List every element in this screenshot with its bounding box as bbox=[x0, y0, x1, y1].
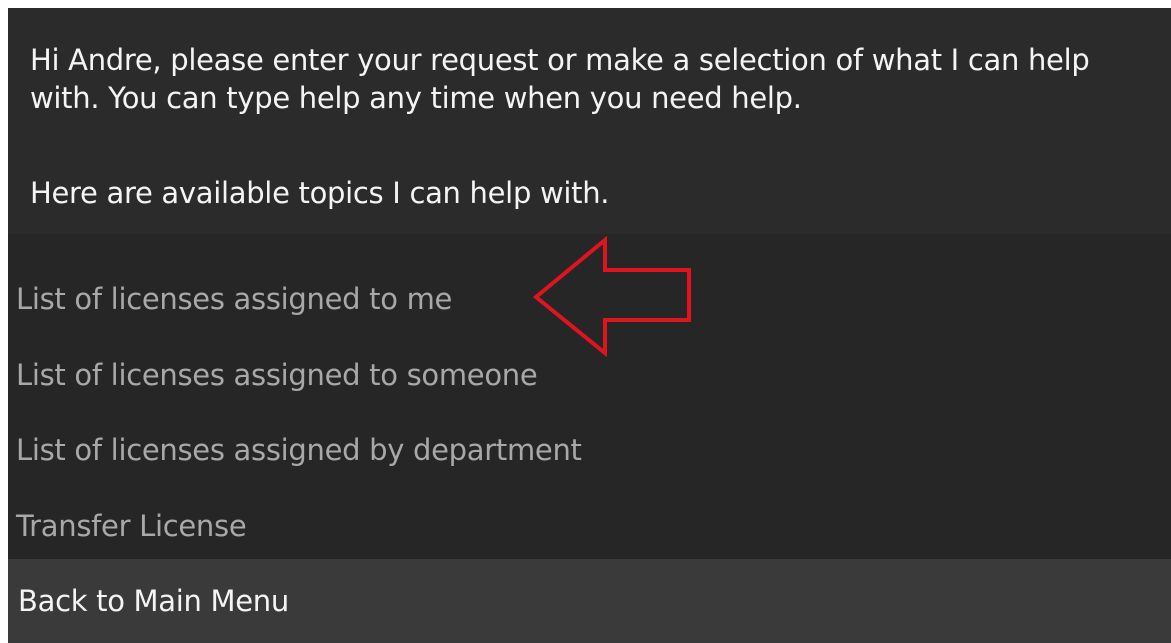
suggested-actions: List of licenses assigned to me List of … bbox=[8, 234, 1171, 643]
option-licenses-assigned-to-someone[interactable]: List of licenses assigned to someone bbox=[16, 355, 538, 395]
bot-message: Hi Andre, please enter your request or m… bbox=[8, 8, 1171, 234]
option-licenses-assigned-to-me[interactable]: List of licenses assigned to me bbox=[16, 279, 452, 319]
chat-card: Hi Andre, please enter your request or m… bbox=[8, 8, 1171, 643]
back-to-main-menu-label: Back to Main Menu bbox=[18, 584, 289, 618]
option-transfer-license[interactable]: Transfer License bbox=[16, 506, 247, 546]
option-licenses-by-department[interactable]: List of licenses assigned by department bbox=[16, 430, 582, 470]
greeting-text: Hi Andre, please enter your request or m… bbox=[30, 43, 1090, 115]
back-to-main-menu-button[interactable]: Back to Main Menu bbox=[8, 559, 1171, 643]
topics-intro-text: Here are available topics I can help wit… bbox=[30, 176, 610, 210]
